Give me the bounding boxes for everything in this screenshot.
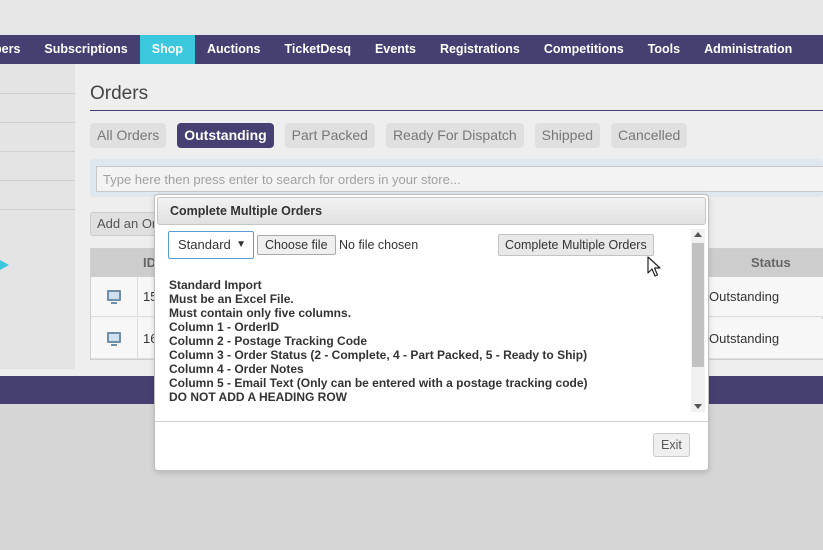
dropdown-arrow-icon: ▼ [236,239,246,250]
computer-icon[interactable] [107,290,121,304]
exit-button[interactable]: Exit [653,433,690,457]
import-instructions: Standard Import Must be an Excel File. M… [169,278,684,404]
instruction-line: Must be an Excel File. [169,292,294,306]
import-type-select[interactable]: Standard ▼ [168,231,254,259]
sidebar [0,64,75,369]
instruction-line: Column 1 - OrderID [169,320,280,334]
nav-item-subscriptions[interactable]: Subscriptions [32,35,139,64]
column-header-status[interactable]: Status [751,249,791,277]
dialog-scrollbar[interactable] [691,229,705,412]
nav-item-members[interactable]: bers [0,35,32,64]
column-divider [137,277,138,317]
title-divider [90,110,823,111]
nav-item-competitions[interactable]: Competitions [532,35,636,64]
scroll-up-icon[interactable] [694,232,702,237]
computer-icon[interactable] [107,332,121,346]
instruction-line: Column 4 - Order Notes [169,362,304,376]
mouse-cursor-icon [647,256,661,277]
scroll-down-icon[interactable] [694,404,702,409]
order-status: Outstanding [709,331,780,346]
top-strip [0,0,823,35]
column-divider [137,319,138,359]
page-title: Orders [90,83,149,104]
nav-item-ticketdesq[interactable]: TicketDesq [272,35,362,64]
instruction-line: Column 5 - Email Text (Only can be enter… [169,376,588,390]
instruction-line: Column 2 - Postage Tracking Code [169,334,368,348]
instruction-line: Column 3 - Order Status (2 - Complete, 4… [169,348,588,362]
nav-item-auctions[interactable]: Auctions [195,35,272,64]
dialog-header[interactable]: Complete Multiple Orders [157,197,706,225]
order-status: Outstanding [709,289,780,304]
instruction-line: DO NOT ADD A HEADING ROW [169,390,347,404]
nav-item-administration[interactable]: Administration [692,35,804,64]
sidebar-divider [0,93,75,94]
complete-multiple-orders-dialog: Complete Multiple Orders Standard ▼ Choo… [154,194,709,471]
tab-part-packed[interactable]: Part Packed [284,123,375,148]
tab-ready-for-dispatch[interactable]: Ready For Dispatch [385,123,524,148]
tab-all-orders[interactable]: All Orders [90,123,167,148]
instruction-line: Standard Import [169,278,262,292]
import-type-value: Standard [178,237,231,252]
nav-item-tools[interactable]: Tools [636,35,692,64]
instruction-line: Must contain only five columns. [169,306,352,320]
nav-item-shop[interactable]: Shop [139,35,195,64]
sidebar-divider [0,151,75,152]
tab-outstanding[interactable]: Outstanding [177,123,274,148]
complete-multiple-orders-button[interactable]: Complete Multiple Orders [498,234,654,256]
scroll-thumb[interactable] [692,243,704,367]
order-search-input[interactable] [96,166,823,192]
file-status-text: No file chosen [339,238,419,252]
main-nav: bers Subscriptions Shop Auctions TicketD… [0,35,823,64]
sidebar-divider [0,122,75,123]
dialog-footer-divider [155,421,708,422]
search-bar [90,159,823,197]
choose-file-button[interactable]: Choose file [257,235,336,255]
nav-item-events[interactable]: Events [363,35,428,64]
sidebar-arrow-icon [0,260,9,270]
nav-item-registrations[interactable]: Registrations [428,35,532,64]
tab-shipped[interactable]: Shipped [534,123,601,148]
dialog-title: Complete Multiple Orders [170,204,323,218]
sidebar-divider [0,209,75,210]
order-tabs: All Orders Outstanding Part Packed Ready… [90,123,698,148]
sidebar-divider [0,180,75,181]
tab-cancelled[interactable]: Cancelled [611,123,688,148]
